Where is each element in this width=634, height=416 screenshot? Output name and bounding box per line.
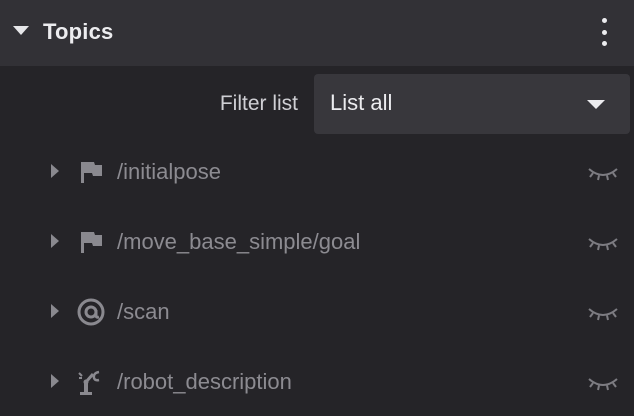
eye-closed-icon[interactable] xyxy=(586,161,620,183)
at-sign-icon xyxy=(77,298,105,326)
caret-down-icon[interactable] xyxy=(13,26,29,35)
topic-name: /robot_description xyxy=(117,369,292,394)
more-vertical-icon[interactable] xyxy=(592,18,616,46)
filter-select-value: List all xyxy=(330,90,393,115)
filter-select[interactable]: List all xyxy=(314,74,630,134)
eye-closed-icon[interactable] xyxy=(586,371,620,393)
expand-arrow-icon[interactable] xyxy=(51,164,59,178)
expand-arrow-icon[interactable] xyxy=(51,234,59,248)
panel-title: Topics xyxy=(43,19,114,44)
flag-icon xyxy=(81,162,102,183)
topic-row[interactable]: /scan xyxy=(0,282,634,342)
topics-panel: Topics Filter list List all /initialpose xyxy=(0,0,634,416)
topic-name: /initialpose xyxy=(117,159,221,184)
robot-arm-icon xyxy=(78,370,100,395)
eye-closed-icon[interactable] xyxy=(586,231,620,253)
topic-row[interactable]: /initialpose xyxy=(0,142,634,202)
topic-name: /move_base_simple/goal xyxy=(117,229,361,254)
chevron-down-icon xyxy=(587,100,605,109)
expand-arrow-icon[interactable] xyxy=(51,304,59,318)
filter-label: Filter list xyxy=(219,92,298,115)
flag-icon xyxy=(81,232,102,253)
panel-header: Topics xyxy=(0,0,634,66)
expand-arrow-icon[interactable] xyxy=(51,374,59,388)
filter-row: Filter list List all xyxy=(0,74,634,134)
topic-row[interactable]: /robot_description xyxy=(0,352,634,412)
eye-closed-icon[interactable] xyxy=(586,301,620,323)
topic-name: /scan xyxy=(117,299,170,324)
topic-row[interactable]: /move_base_simple/goal xyxy=(0,212,634,272)
